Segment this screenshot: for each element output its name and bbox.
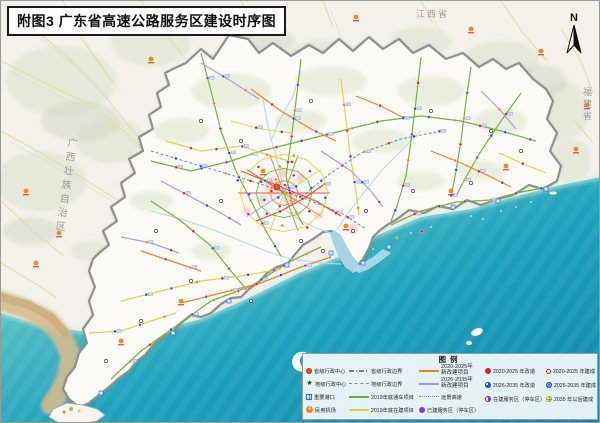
built-service-area-icon xyxy=(419,407,425,413)
open-2019-line-icon xyxy=(349,396,369,398)
legend-item-complete-2026-2035: 2026-2035 年建成 xyxy=(546,378,598,392)
legend-item-provincial-center: 省级行政中心 xyxy=(306,364,346,377)
complete-2020-2025-icon xyxy=(546,369,551,374)
service-area-underway-icon xyxy=(485,396,491,402)
legend-item-airport: ✈ 民用机场 xyxy=(306,403,346,416)
renovate-2020-2025-icon xyxy=(485,368,491,374)
legend-item-open-2019: 2019年底通车项目 xyxy=(349,390,416,403)
legend-item-complete-2020-2025: 2020-2025 年建成 xyxy=(546,364,598,378)
legend-col-completions: 2020-2025 年建成 2026-2035 年建成 2035 年以后建成 xyxy=(546,364,598,416)
provincial-boundary-line-icon xyxy=(349,370,369,372)
legend-col-renovations: 2020-2025 年改造 2026-2035 年改造 在建服务区（停车区） xyxy=(485,364,543,416)
legend-item-prefecture-boundary: 地级行政边界 xyxy=(349,377,416,390)
legend-item-built-service-area: 已建服务区（停车区） xyxy=(419,403,482,416)
legend-item-port: 重要港口 xyxy=(306,390,346,403)
label-fujian: 福建省 xyxy=(581,87,594,123)
prefecture-center-icon: ★ xyxy=(306,380,313,387)
port-icon xyxy=(306,394,312,400)
legend-item-prefecture-center: ★ 地级行政中心 xyxy=(306,377,346,390)
legend-item-renovate-2026-2035: 2026-2035 年改造 xyxy=(485,378,543,392)
legend-item-renovate-2020-2025: 2020-2025 年改造 xyxy=(485,364,543,378)
legend-item-new-2020-2025: 2020-2025年 新改建项目 xyxy=(419,364,482,377)
legend-col-projects: 2020-2025年 新改建项目 2026-2035年 新改建项目 远景高速 xyxy=(419,364,482,416)
prefecture-boundary-line-icon xyxy=(349,383,369,384)
map-canvas: 附图3 广东省高速公路服务区建设时序图 N 广西壮族自治区 湖南省 江西省 福建… xyxy=(0,0,600,423)
map-title: 附图3 广东省高速公路服务区建设时序图 xyxy=(7,6,286,36)
renovate-2026-2035-icon xyxy=(485,382,491,388)
north-label: N xyxy=(561,13,587,23)
north-arrow-icon xyxy=(561,23,587,57)
legend-item-underway-2019: 2019年底在建项目 xyxy=(349,403,416,416)
new-2026-2035-line-icon xyxy=(419,383,439,385)
new-2020-2025-line-icon xyxy=(419,370,439,372)
underway-2019-line-icon xyxy=(349,409,369,411)
airport-icon: ✈ xyxy=(306,406,313,413)
legend-item-complete-after-2035: 2035 年以后建成 xyxy=(546,392,598,406)
legend-col-points: 省级行政中心 ★ 地级行政中心 重要港口 ✈ 民用机场 xyxy=(306,364,346,416)
provincial-center-icon xyxy=(306,368,312,374)
legend-item-future-expressway: 远景高速 xyxy=(419,390,482,403)
future-expressway-line-icon xyxy=(419,396,439,397)
legend-title: 图例 xyxy=(306,355,594,364)
legend-item-service-area-underway: 在建服务区（停车区） xyxy=(485,392,543,406)
legend-item-provincial-boundary: 省级行政边界 xyxy=(349,364,416,377)
label-jiangxi: 江西省 xyxy=(416,7,449,20)
legend: 图例 省级行政中心 ★ 地级行政中心 重要港口 ✈ 民用机场 xyxy=(302,353,598,420)
complete-after-2035-icon xyxy=(546,396,552,402)
complete-2026-2035-icon xyxy=(546,382,552,388)
compass-north: N xyxy=(561,13,587,62)
legend-item-new-2026-2035: 2026-2035年 新改建项目 xyxy=(419,377,482,390)
legend-col-lines: 省级行政边界 地级行政边界 2019年底通车项目 2019年底在建项目 xyxy=(349,364,416,416)
